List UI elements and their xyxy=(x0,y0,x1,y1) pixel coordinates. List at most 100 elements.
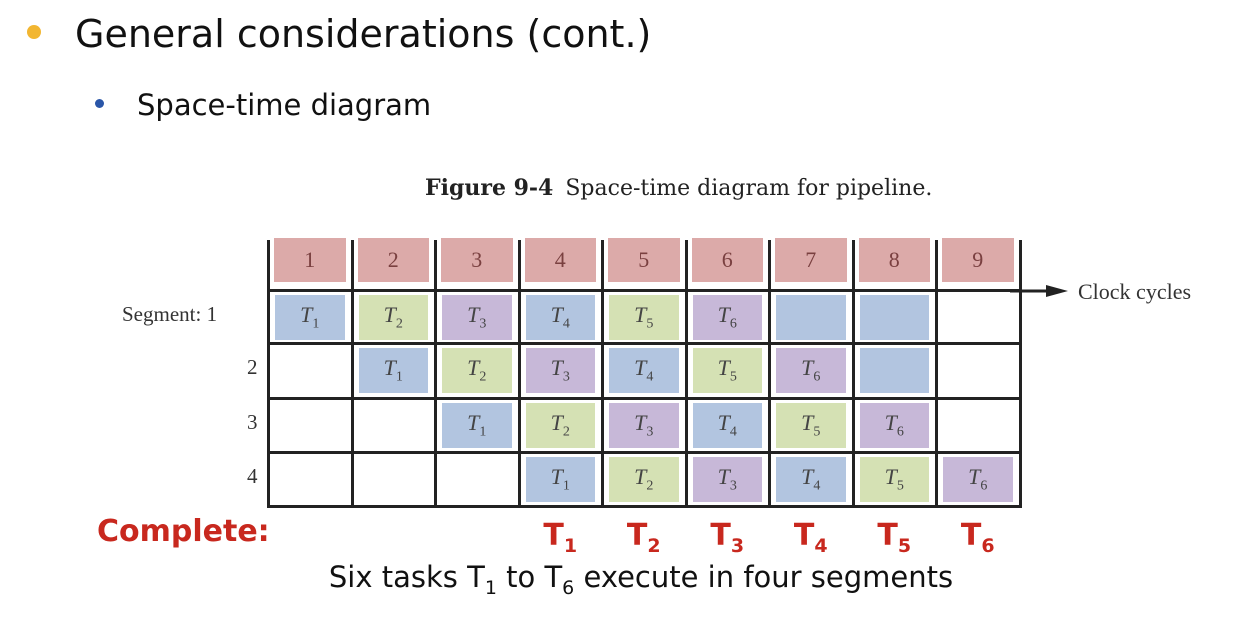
segment-label: 3 xyxy=(247,410,258,434)
task-number: 5 xyxy=(646,316,654,332)
grid-line xyxy=(684,240,688,508)
caption-part: Six tasks T xyxy=(328,560,485,594)
clock-cycle-header: 2 xyxy=(357,238,429,282)
task-number: 6 xyxy=(729,316,737,332)
task-number: 1 xyxy=(395,369,403,385)
task-number: 2 xyxy=(395,316,403,332)
task-number: 4 xyxy=(729,424,737,440)
task-cell: T6 xyxy=(943,457,1013,502)
task-number: 1 xyxy=(479,424,487,440)
clock-cycle-header: 5 xyxy=(608,238,680,282)
task-cell: T5 xyxy=(776,403,846,448)
caption-part: to T xyxy=(496,560,563,594)
task-number: 2 xyxy=(479,369,487,385)
task-number: 3 xyxy=(479,316,487,332)
task-number: 6 xyxy=(896,424,904,440)
task-number: 6 xyxy=(813,369,821,385)
task-number: 2 xyxy=(562,424,570,440)
task-cell: T6 xyxy=(692,295,762,340)
completed-task: T3 xyxy=(710,518,745,557)
slide-title: General considerations (cont.) xyxy=(75,12,652,56)
task-cell: T6 xyxy=(859,403,929,448)
grid-line xyxy=(601,240,604,508)
clock-cycle-header: 7 xyxy=(775,238,847,282)
task-cell: T6 xyxy=(776,348,846,393)
task-cell: T3 xyxy=(442,295,512,340)
clock-cycle-header: 8 xyxy=(858,238,930,282)
task-cell: T2 xyxy=(525,403,595,448)
task-cell: T1 xyxy=(358,348,428,393)
arrow-icon xyxy=(1010,285,1068,297)
task-number: 2 xyxy=(646,478,654,494)
figure-label: Figure 9-4 xyxy=(425,175,554,201)
task-cell: T1 xyxy=(275,295,345,340)
task-cell: T2 xyxy=(609,457,679,502)
task-cell: T4 xyxy=(525,295,595,340)
grid-line xyxy=(268,342,1020,345)
completed-task: T5 xyxy=(877,518,912,557)
task-cell xyxy=(859,295,929,340)
task-cell: T5 xyxy=(859,457,929,502)
task-number: 4 xyxy=(646,369,654,385)
task-number: 3 xyxy=(562,369,570,385)
grid-line xyxy=(267,240,270,508)
task-cell: T1 xyxy=(442,403,512,448)
completed-task: T4 xyxy=(793,518,828,557)
grid-line xyxy=(268,397,1020,400)
task-cell: T5 xyxy=(609,295,679,340)
clock-cycle-header: 4 xyxy=(524,238,596,282)
figure-caption: Figure 9-4 Space-time diagram for pipelin… xyxy=(425,175,932,201)
bullet-text: Space-time diagram xyxy=(137,88,432,122)
clock-cycle-header: 1 xyxy=(274,238,346,282)
grid-line xyxy=(935,240,938,508)
grid-line xyxy=(851,240,855,508)
grid-line xyxy=(268,505,1020,508)
task-cell: T3 xyxy=(609,403,679,448)
task-cell xyxy=(859,348,929,393)
completed-task: T6 xyxy=(960,518,995,557)
grid-line xyxy=(768,240,771,508)
grid-line xyxy=(268,451,1020,454)
segment-label: 2 xyxy=(247,355,258,379)
bullet-icon xyxy=(27,25,41,39)
bottom-caption: Six tasks T1 to T6 execute in four segme… xyxy=(0,560,1256,599)
segment-label: 4 xyxy=(247,464,258,488)
completed-task: T1 xyxy=(543,518,578,557)
task-cell: T2 xyxy=(442,348,512,393)
grid-line xyxy=(350,240,354,508)
task-number: 1 xyxy=(562,478,570,494)
completed-task: T2 xyxy=(626,518,661,557)
task-cell: T4 xyxy=(692,403,762,448)
caption-part: execute in four segments xyxy=(574,560,954,594)
clock-cycle-header: 3 xyxy=(441,238,513,282)
grid-line xyxy=(517,240,521,508)
task-cell: T3 xyxy=(525,348,595,393)
clock-cycle-header: 6 xyxy=(691,238,763,282)
complete-label: Complete: xyxy=(97,514,270,549)
segment-label: Segment: 1 xyxy=(122,302,218,326)
task-number: 3 xyxy=(646,424,654,440)
task-number: 3 xyxy=(729,478,737,494)
grid-line xyxy=(268,289,1020,292)
axis-label: Clock cycles xyxy=(1078,279,1192,304)
task-cell: T5 xyxy=(692,348,762,393)
sub-bullet-icon xyxy=(95,99,104,108)
caption-part: 1 xyxy=(484,576,497,599)
grid-line xyxy=(434,240,437,508)
task-number: 1 xyxy=(312,316,320,332)
task-number: 5 xyxy=(813,424,821,440)
task-cell: T3 xyxy=(692,457,762,502)
task-cell: T4 xyxy=(776,457,846,502)
task-number: 5 xyxy=(729,369,737,385)
task-number: 6 xyxy=(980,478,988,494)
clock-cycle-header: 9 xyxy=(942,238,1014,282)
figure-caption-text: Space-time diagram for pipeline. xyxy=(565,176,933,201)
caption-part: 6 xyxy=(562,576,575,599)
task-cell xyxy=(776,295,846,340)
task-cell: T4 xyxy=(609,348,679,393)
task-number: 4 xyxy=(813,478,821,494)
task-number: 4 xyxy=(562,316,570,332)
task-cell: T1 xyxy=(525,457,595,502)
task-cell: T2 xyxy=(358,295,428,340)
task-number: 5 xyxy=(896,478,904,494)
